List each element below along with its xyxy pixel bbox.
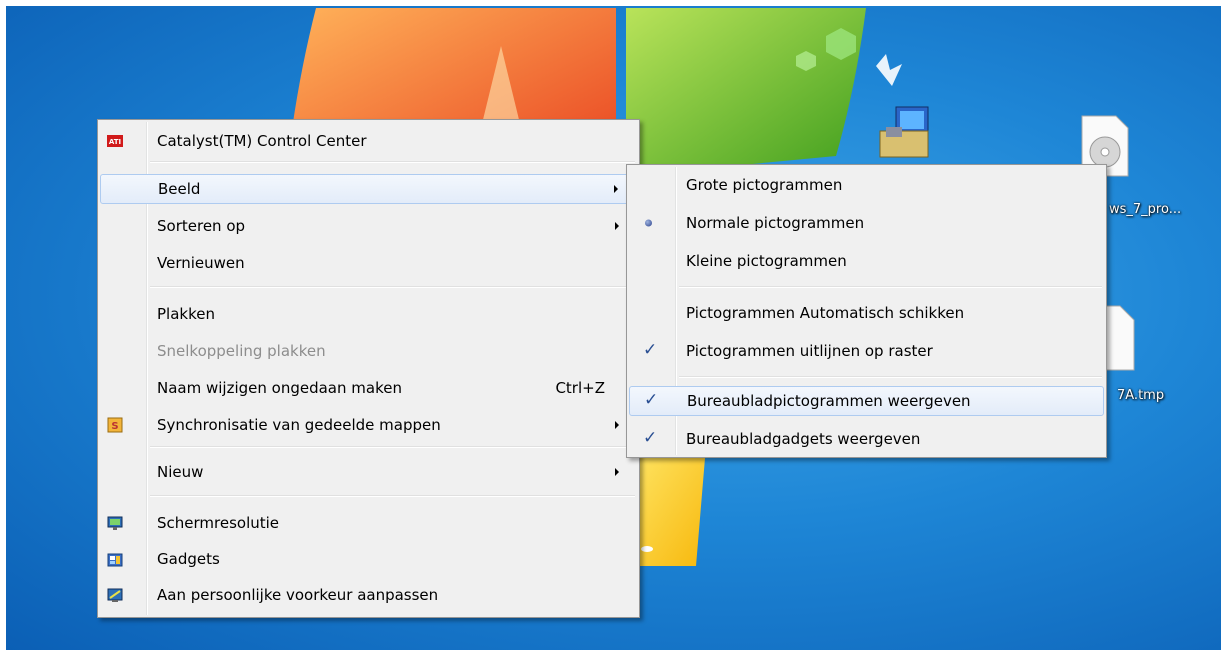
menu-separator <box>679 376 1102 378</box>
menu-item-label: Naam wijzigen ongedaan maken <box>157 379 402 397</box>
menu-item-view[interactable]: Beeld <box>100 174 637 204</box>
menu-item-label: Normale pictogrammen <box>686 214 865 232</box>
ati-icon: ATI <box>107 135 123 147</box>
menu-item-label: Pictogrammen uitlijnen op raster <box>686 342 933 360</box>
menu-item-label: Bureaubladgadgets weergeven <box>686 430 921 448</box>
menu-item-gadgets[interactable]: Gadgets <box>100 544 637 574</box>
submenu-arrow-icon <box>615 222 619 230</box>
menu-item-label: Aan persoonlijke voorkeur aanpassen <box>157 586 439 604</box>
submenu-arrow-icon <box>615 421 619 429</box>
screen-resolution-icon <box>107 516 123 530</box>
menu-item-refresh[interactable]: Vernieuwen <box>100 248 637 278</box>
submenu-item-show-desktop-gadgets[interactable]: ✓ Bureaubladgadgets weergeven <box>629 424 1104 454</box>
submenu-arrow-icon <box>614 185 618 193</box>
menu-item-new[interactable]: Nieuw <box>100 457 637 487</box>
checkmark-icon: ✓ <box>643 428 658 448</box>
menu-separator <box>150 286 635 288</box>
desktop-context-menu: ATI Catalyst(TM) Control Center Beeld So… <box>97 119 640 618</box>
menu-item-label: Synchronisatie van gedeelde mappen <box>157 416 441 434</box>
sync-shared-folders-icon: S <box>107 417 123 433</box>
menu-item-label: Grote pictogrammen <box>686 176 843 194</box>
svg-text:ATI: ATI <box>109 138 121 146</box>
menu-item-label: Schermresolutie <box>157 514 280 532</box>
menu-item-label: Vernieuwen <box>157 254 245 272</box>
menu-item-sync-shared-folders[interactable]: S Synchronisatie van gedeelde mappen <box>100 410 637 440</box>
submenu-arrow-icon <box>615 468 619 476</box>
submenu-item-small-icons[interactable]: Kleine pictogrammen <box>629 246 1104 276</box>
desktop[interactable]: ws_7_pro... 7A.tmp ATI Catalyst(TM) Cont… <box>6 6 1221 650</box>
windows7-iso-file-label[interactable]: ws_7_pro... <box>1109 202 1181 217</box>
menu-item-label: Sorteren op <box>157 217 246 235</box>
menu-item-label: Nieuw <box>157 463 204 481</box>
menu-item-personalize[interactable]: Aan persoonlijke voorkeur aanpassen <box>100 580 637 610</box>
menu-separator <box>150 495 635 497</box>
menu-item-catalyst-control-center[interactable]: ATI Catalyst(TM) Control Center <box>100 126 637 156</box>
svg-text:S: S <box>111 421 118 432</box>
menu-item-shortcut: Ctrl+Z <box>555 379 605 397</box>
menu-item-label: Beeld <box>158 180 201 198</box>
tmp-file-icon[interactable] <box>1106 304 1136 374</box>
submenu-item-auto-arrange[interactable]: Pictogrammen Automatisch schikken <box>629 298 1104 328</box>
menu-item-label: Kleine pictogrammen <box>686 252 847 270</box>
submenu-item-large-icons[interactable]: Grote pictogrammen <box>629 170 1104 200</box>
submenu-item-show-desktop-icons[interactable]: ✓ Bureaubladpictogrammen weergeven <box>629 386 1104 416</box>
menu-item-label: Snelkoppeling plakken <box>157 342 326 360</box>
gadgets-icon <box>107 553 123 567</box>
menu-item-label: Bureaubladpictogrammen weergeven <box>687 392 971 410</box>
menu-separator <box>679 286 1102 288</box>
menu-item-label: Catalyst(TM) Control Center <box>157 132 367 150</box>
menu-separator <box>150 446 635 448</box>
submenu-item-align-to-grid[interactable]: ✓ Pictogrammen uitlijnen op raster <box>629 336 1104 366</box>
menu-separator <box>150 161 635 163</box>
menu-item-label: Plakken <box>157 305 215 323</box>
menu-item-paste-shortcut: Snelkoppeling plakken <box>100 336 637 366</box>
view-submenu: Grote pictogrammen Normale pictogrammen … <box>626 164 1107 458</box>
setup-program-icon[interactable] <box>876 103 932 161</box>
menu-item-label: Gadgets <box>157 550 220 568</box>
radio-bullet-icon <box>645 219 652 227</box>
menu-item-label: Pictogrammen Automatisch schikken <box>686 304 965 322</box>
menu-item-screen-resolution[interactable]: Schermresolutie <box>100 508 637 538</box>
checkmark-icon: ✓ <box>643 340 658 360</box>
menu-item-undo-rename[interactable]: Naam wijzigen ongedaan maken Ctrl+Z <box>100 373 637 403</box>
submenu-item-medium-icons[interactable]: Normale pictogrammen <box>629 208 1104 238</box>
menu-item-paste[interactable]: Plakken <box>100 299 637 329</box>
checkmark-icon: ✓ <box>644 390 659 410</box>
menu-item-sort-by[interactable]: Sorteren op <box>100 211 637 241</box>
tmp-file-label[interactable]: 7A.tmp <box>1117 388 1164 403</box>
personalize-icon <box>107 588 123 602</box>
